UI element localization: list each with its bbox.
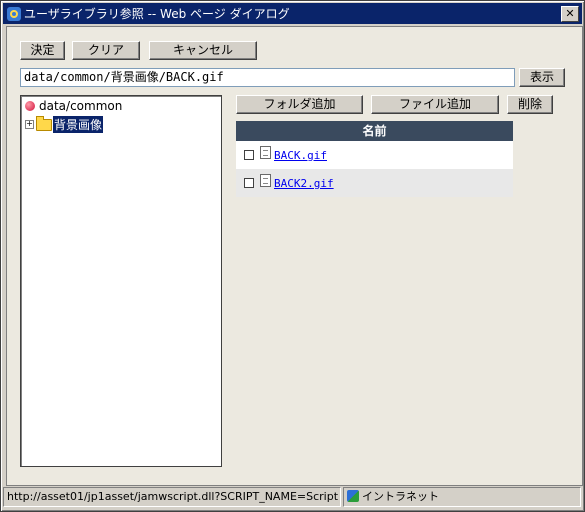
- tree-item-label: 背景画像: [53, 116, 104, 133]
- table-row: BACK2.gif: [236, 169, 513, 197]
- clear-button[interactable]: クリア: [72, 41, 140, 60]
- show-button[interactable]: 表示: [519, 68, 565, 87]
- file-link[interactable]: BACK.gif: [274, 149, 327, 162]
- tree-root-label: data/common: [39, 99, 123, 113]
- status-url: http://asset01/jp1asset/jamwscript.dll?S…: [3, 487, 341, 507]
- folder-icon: [36, 115, 52, 131]
- intranet-zone-icon: [347, 490, 359, 502]
- folder-tree[interactable]: data/common + 背景画像: [20, 95, 222, 467]
- tree-item-background-images[interactable]: + 背景画像: [25, 115, 104, 133]
- cancel-button[interactable]: キャンセル: [149, 41, 257, 60]
- status-zone: イントラネット: [343, 487, 581, 507]
- ok-button[interactable]: 決定: [20, 41, 65, 60]
- column-header-name: 名前: [236, 121, 513, 141]
- row-checkbox[interactable]: [244, 178, 254, 188]
- add-folder-button[interactable]: フォルダ追加: [236, 95, 363, 114]
- title-bar[interactable]: ユーザライブラリ参照 -- Web ページ ダイアログ ✕: [3, 3, 582, 24]
- close-button[interactable]: ✕: [561, 5, 579, 22]
- file-table: 名前 BACK.gif BACK2.gif: [236, 121, 513, 197]
- document-icon: [260, 145, 271, 159]
- expand-icon[interactable]: +: [25, 120, 34, 129]
- root-node-icon: [25, 101, 35, 111]
- tree-root[interactable]: data/common: [25, 99, 122, 113]
- file-link[interactable]: BACK2.gif: [274, 177, 334, 190]
- add-file-button[interactable]: ファイル追加: [371, 95, 499, 114]
- table-row: BACK.gif: [236, 141, 513, 169]
- zone-label: イントラネット: [362, 490, 439, 503]
- window-title: ユーザライブラリ参照 -- Web ページ ダイアログ: [24, 7, 290, 21]
- dialog-content: 決定 クリア キャンセル data/common/背景画像/BACK.gif 表…: [6, 26, 583, 486]
- delete-button[interactable]: 削除: [507, 95, 553, 114]
- path-input[interactable]: data/common/背景画像/BACK.gif: [20, 68, 515, 87]
- dialog-window: ユーザライブラリ参照 -- Web ページ ダイアログ ✕ 決定 クリア キャン…: [0, 0, 585, 512]
- ie-icon: [7, 6, 21, 21]
- status-bar: http://asset01/jp1asset/jamwscript.dll?S…: [3, 487, 582, 509]
- row-checkbox[interactable]: [244, 150, 254, 160]
- document-icon: [260, 173, 271, 187]
